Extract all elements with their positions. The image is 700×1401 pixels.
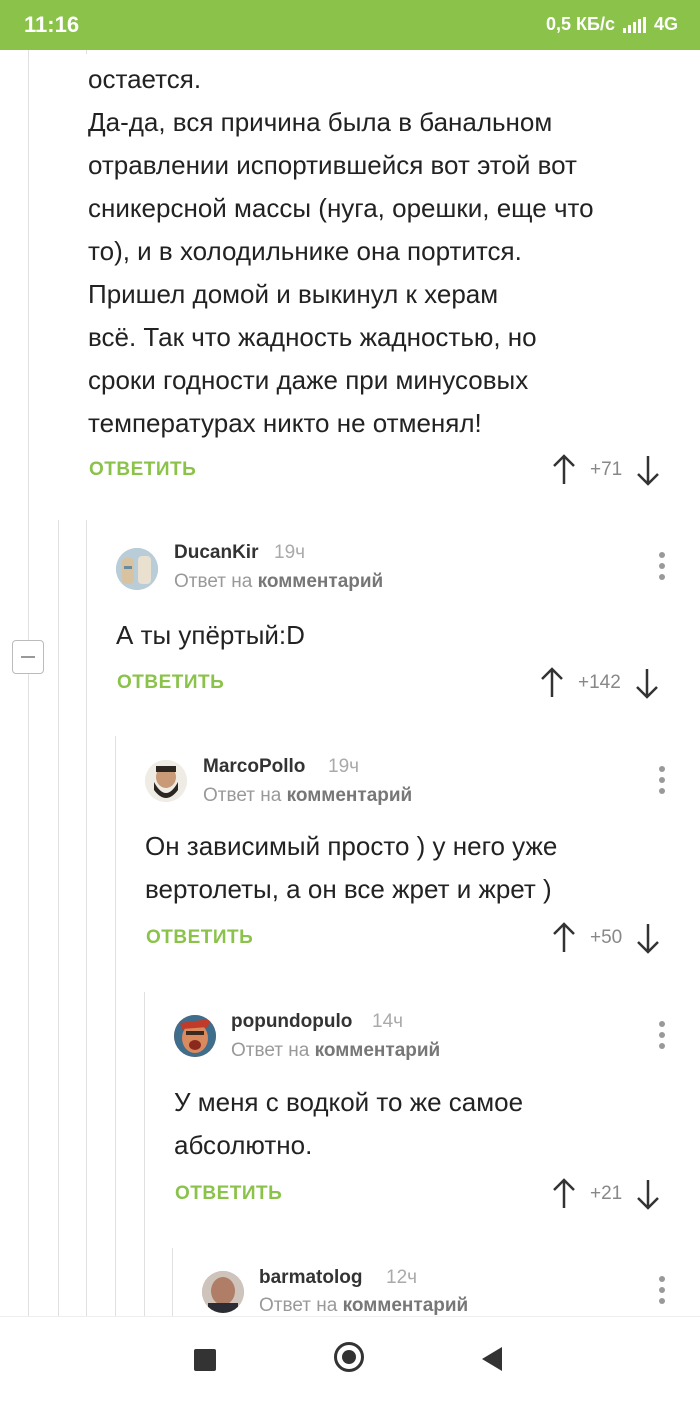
avatar-image [202, 1271, 244, 1313]
more-vertical-icon[interactable] [658, 1276, 666, 1308]
avatar[interactable] [116, 548, 158, 590]
more-vertical-icon[interactable] [658, 552, 666, 584]
comment-author[interactable]: popundopulo [231, 1011, 352, 1033]
arrow-down-icon[interactable] [636, 454, 660, 486]
reply-button[interactable]: ОТВЕТИТЬ [117, 672, 224, 694]
comment-line: У меня с водкой то же самое [174, 1087, 524, 1117]
thread-line [28, 674, 29, 1316]
thread-line [58, 520, 59, 1316]
network-type: 4G [653, 14, 678, 34]
reply-button[interactable]: ОТВЕТИТЬ [146, 927, 253, 949]
comment-time: 12ч [386, 1267, 418, 1288]
avatar[interactable] [174, 1015, 216, 1057]
arrow-up-icon[interactable] [552, 922, 576, 954]
comment-body: остается. Да-да, вся причина была в бана… [88, 58, 594, 445]
comment-line: то), и в холодильнике она портится. [88, 236, 522, 266]
comment-line: сникерсной массы (нуга, орешки, еще что [88, 193, 594, 223]
arrow-down-icon[interactable] [635, 667, 659, 699]
arrow-up-icon[interactable] [552, 454, 576, 486]
more-vertical-icon[interactable] [658, 1021, 666, 1053]
arrow-down-icon[interactable] [636, 1178, 660, 1210]
comment-author[interactable]: DucanKir [174, 542, 258, 564]
signal-icon [622, 16, 646, 33]
reply-to-link[interactable]: комментарий [315, 1040, 441, 1061]
reply-to-link[interactable]: комментарий [343, 1295, 469, 1316]
comment-line: Пришел домой и выкинул к херам [88, 279, 499, 309]
comment-score: +21 [590, 1183, 623, 1204]
comment-line: вертолеты, а он все жрет и жрет ) [145, 874, 552, 904]
comment-line: Он зависимый просто ) у него уже [145, 831, 558, 861]
comment-body: А ты упёртый:D [116, 614, 305, 657]
vote-block: +50 [552, 922, 660, 954]
comment-score: +50 [590, 927, 623, 948]
reply-to: Ответ на комментарий [174, 571, 383, 593]
comment-line: всё. Так что жадность жадностью, но [88, 322, 537, 352]
comment-body: У меня с водкой то же самое абсолютно. [174, 1081, 523, 1167]
comment-line: сроки годности даже при минусовых [88, 365, 529, 395]
arrow-up-icon[interactable] [540, 667, 564, 699]
comment-body: Он зависимый просто ) у него уже вертоле… [145, 825, 557, 911]
avatar-image [116, 548, 158, 590]
reply-to-prefix: Ответ на [231, 1040, 310, 1061]
status-bar: 11:16 0,5 КБ/с 4G [0, 0, 700, 50]
vote-block: +142 [540, 667, 659, 699]
square-icon[interactable] [194, 1349, 216, 1371]
comment-score: +71 [590, 459, 623, 480]
thread-line [28, 50, 29, 640]
reply-to: Ответ на комментарий [231, 1040, 440, 1062]
avatar[interactable] [145, 760, 187, 802]
status-time: 11:16 [24, 12, 80, 37]
avatar[interactable] [202, 1271, 244, 1313]
network-speed: 0,5 КБ/с [546, 14, 615, 34]
thread-line [172, 1248, 173, 1316]
arrow-down-icon[interactable] [636, 922, 660, 954]
circle-icon[interactable] [334, 1342, 364, 1372]
reply-button[interactable]: ОТВЕТИТЬ [89, 459, 196, 481]
thread-line [86, 50, 87, 54]
comment-line: Да-да, вся причина была в банальном [88, 107, 553, 137]
comment-time: 14ч [372, 1011, 404, 1032]
avatar-image [145, 760, 187, 802]
reply-to: Ответ на комментарий [203, 785, 412, 807]
reply-to-prefix: Ответ на [259, 1295, 338, 1316]
reply-to-prefix: Ответ на [174, 571, 253, 592]
reply-to-link[interactable]: комментарий [258, 571, 384, 592]
avatar-image [174, 1015, 216, 1057]
thread-line [86, 520, 87, 1316]
collapse-thread-icon[interactable] [12, 640, 44, 674]
reply-button[interactable]: ОТВЕТИТЬ [175, 1183, 282, 1205]
comment-time: 19ч [274, 542, 306, 563]
system-nav-bar [0, 1316, 700, 1401]
arrow-up-icon[interactable] [552, 1178, 576, 1210]
vote-block: +21 [552, 1178, 660, 1210]
comment-author[interactable]: MarcoPollo [203, 756, 305, 778]
comment-line: температурах никто не отменял! [88, 408, 482, 438]
thread-line [144, 992, 145, 1316]
triangle-back-icon[interactable] [482, 1347, 502, 1371]
reply-to: Ответ на комментарий [259, 1295, 468, 1317]
comment-line: остается. [88, 64, 202, 94]
more-vertical-icon[interactable] [658, 766, 666, 798]
comment-line: абсолютно. [174, 1130, 313, 1160]
reply-to-link[interactable]: комментарий [287, 785, 413, 806]
reply-to-prefix: Ответ на [203, 785, 282, 806]
comment-time: 19ч [328, 756, 360, 777]
comment-line: А ты упёртый:D [116, 620, 305, 650]
comment-line: отравлении испортившейся вот этой вот [88, 150, 577, 180]
comment-score: +142 [578, 672, 621, 693]
vote-block: +71 [552, 454, 660, 486]
comment-author[interactable]: barmatolog [259, 1267, 362, 1289]
thread-line [115, 736, 116, 1316]
